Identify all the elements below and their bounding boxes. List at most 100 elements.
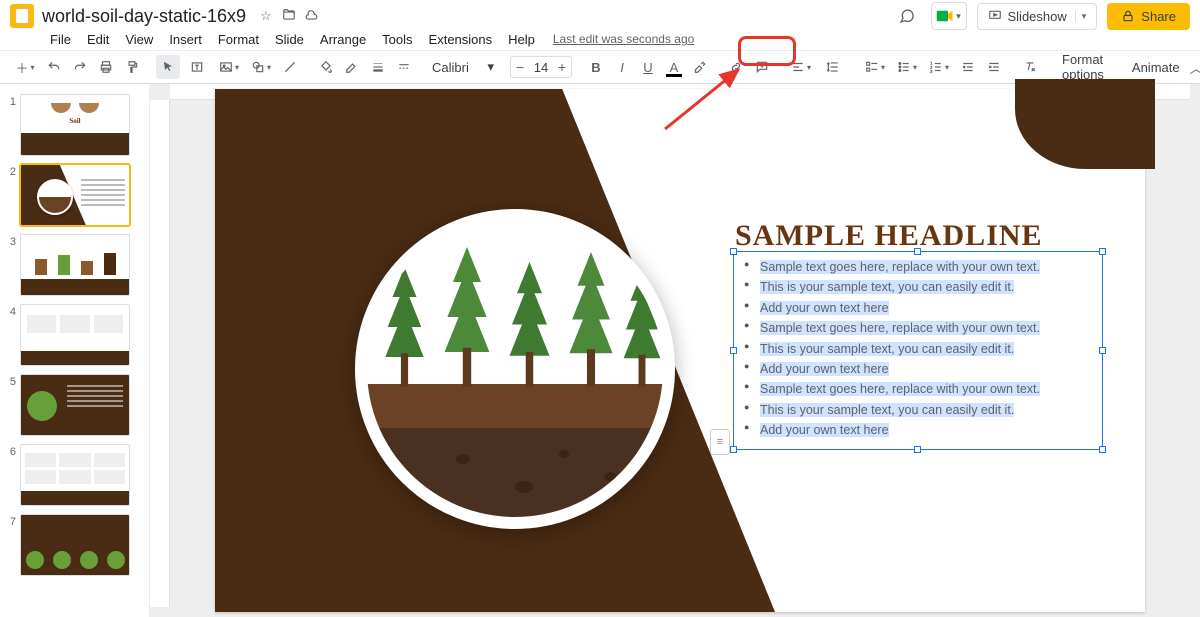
list-item[interactable]: This is your sample text, you can easily…: [760, 401, 1094, 420]
vertical-ruler[interactable]: [150, 100, 170, 607]
border-dash-button[interactable]: [392, 55, 416, 79]
insert-link-button[interactable]: [724, 55, 748, 79]
slide-corner-shape[interactable]: [1015, 79, 1155, 169]
slide-thumbnail[interactable]: 7: [0, 510, 149, 580]
indent-decrease-button[interactable]: [956, 55, 980, 79]
bullet-list[interactable]: Sample text goes here, replace with your…: [742, 258, 1094, 440]
print-button[interactable]: [94, 55, 118, 79]
list-item-text: This is your sample text, you can easily…: [760, 403, 1014, 417]
menu-extensions[interactable]: Extensions: [423, 30, 499, 49]
slide-thumbnail[interactable]: 3: [0, 230, 149, 300]
line-button[interactable]: [278, 55, 302, 79]
slide-panel[interactable]: 1 Soil 2 3 4 5 6 7: [0, 84, 150, 617]
resize-handle-icon[interactable]: [730, 446, 737, 453]
redo-button[interactable]: [68, 55, 92, 79]
autofit-icon[interactable]: ≡: [710, 429, 730, 455]
list-item-text: Sample text goes here, replace with your…: [760, 321, 1040, 335]
menu-tools[interactable]: Tools: [376, 30, 418, 49]
animate-button[interactable]: Animate: [1124, 58, 1188, 77]
font-size-value[interactable]: 14: [529, 60, 553, 75]
font-family-select[interactable]: Calibri▾: [428, 57, 498, 77]
slide[interactable]: SAMPLE HEADLINE ≡ Sample text goes here,…: [215, 89, 1145, 612]
slide-thumbnail[interactable]: 4: [0, 300, 149, 370]
share-button[interactable]: Share: [1107, 3, 1190, 30]
list-item[interactable]: Add your own text here: [760, 421, 1094, 440]
menu-help[interactable]: Help: [502, 30, 541, 49]
menu-view[interactable]: View: [119, 30, 159, 49]
list-item[interactable]: Add your own text here: [760, 299, 1094, 318]
slides-logo-icon[interactable]: [10, 4, 34, 28]
clear-formatting-button[interactable]: [1018, 55, 1042, 79]
main-area: 1 Soil 2 3 4 5 6 7: [0, 84, 1200, 617]
share-label: Share: [1141, 9, 1176, 24]
meet-icon[interactable]: ▾: [931, 2, 967, 30]
new-slide-button[interactable]: ＋▾: [10, 55, 40, 79]
fill-color-button[interactable]: [314, 55, 338, 79]
list-item-text: Add your own text here: [760, 423, 889, 437]
indent-increase-button[interactable]: [982, 55, 1006, 79]
list-item[interactable]: Add your own text here: [760, 360, 1094, 379]
text-color-button[interactable]: A: [662, 55, 686, 79]
slideshow-dropdown-icon[interactable]: ▾: [1075, 11, 1087, 22]
resize-handle-icon[interactable]: [730, 248, 737, 255]
menu-edit[interactable]: Edit: [81, 30, 115, 49]
border-weight-button[interactable]: [366, 55, 390, 79]
border-color-button[interactable]: [340, 55, 364, 79]
underline-button[interactable]: U: [636, 55, 660, 79]
last-edit-link[interactable]: Last edit was seconds ago: [553, 32, 694, 46]
list-item-text: Sample text goes here, replace with your…: [760, 382, 1040, 396]
list-item[interactable]: This is your sample text, you can easily…: [760, 340, 1094, 359]
font-size-decrease-button[interactable]: −: [511, 59, 529, 75]
cloud-status-icon[interactable]: [304, 8, 320, 24]
textbox-button[interactable]: [182, 55, 212, 79]
slide-number: 1: [4, 94, 16, 108]
menu-slide[interactable]: Slide: [269, 30, 310, 49]
paint-format-button[interactable]: [120, 55, 144, 79]
insert-comment-button[interactable]: [750, 55, 774, 79]
align-button[interactable]: ▾: [786, 55, 816, 79]
menu-format[interactable]: Format: [212, 30, 265, 49]
list-item[interactable]: This is your sample text, you can easily…: [760, 278, 1094, 297]
list-item[interactable]: Sample text goes here, replace with your…: [760, 258, 1094, 277]
select-tool-button[interactable]: [156, 55, 180, 79]
slide-textbox[interactable]: Sample text goes here, replace with your…: [733, 251, 1103, 450]
comments-icon[interactable]: [893, 2, 921, 30]
slideshow-button[interactable]: Slideshow ▾: [977, 3, 1098, 30]
menu-file[interactable]: File: [44, 30, 77, 49]
slide-thumbnail[interactable]: 2: [0, 160, 149, 230]
slide-thumbnail[interactable]: 1 Soil: [0, 90, 149, 160]
slide-thumbnail[interactable]: 6: [0, 440, 149, 510]
resize-handle-icon[interactable]: [914, 446, 921, 453]
menu-arrange[interactable]: Arrange: [314, 30, 372, 49]
font-family-value: Calibri: [432, 60, 469, 75]
highlight-color-button[interactable]: [688, 55, 712, 79]
resize-handle-icon[interactable]: [1099, 347, 1106, 354]
list-item[interactable]: Sample text goes here, replace with your…: [760, 380, 1094, 399]
image-button[interactable]: ▾: [214, 55, 244, 79]
document-title[interactable]: world-soil-day-static-16x9: [42, 6, 246, 27]
list-item-text: Sample text goes here, replace with your…: [760, 260, 1040, 274]
italic-button[interactable]: I: [610, 55, 634, 79]
checklist-button[interactable]: ▾: [860, 55, 890, 79]
collapse-toolbar-icon[interactable]: ︿: [1190, 58, 1200, 77]
slide-circle-image[interactable]: [355, 209, 675, 529]
bold-button[interactable]: B: [584, 55, 608, 79]
move-icon[interactable]: [282, 8, 298, 24]
menu-insert[interactable]: Insert: [163, 30, 208, 49]
font-size-stepper: − 14 +: [510, 56, 572, 78]
resize-handle-icon[interactable]: [1099, 446, 1106, 453]
slide-canvas[interactable]: SAMPLE HEADLINE ≡ Sample text goes here,…: [150, 84, 1200, 617]
shape-button[interactable]: ▾: [246, 55, 276, 79]
slide-thumbnail[interactable]: 5: [0, 370, 149, 440]
slide-headline[interactable]: SAMPLE HEADLINE: [735, 219, 1043, 253]
list-item[interactable]: Sample text goes here, replace with your…: [760, 319, 1094, 338]
resize-handle-icon[interactable]: [1099, 248, 1106, 255]
star-icon[interactable]: ☆: [260, 8, 276, 24]
resize-handle-icon[interactable]: [914, 248, 921, 255]
line-spacing-button[interactable]: [818, 55, 848, 79]
undo-button[interactable]: [42, 55, 66, 79]
resize-handle-icon[interactable]: [730, 347, 737, 354]
bulleted-list-button[interactable]: ▾: [892, 55, 922, 79]
font-size-increase-button[interactable]: +: [553, 59, 571, 75]
numbered-list-button[interactable]: 123▾: [924, 55, 954, 79]
